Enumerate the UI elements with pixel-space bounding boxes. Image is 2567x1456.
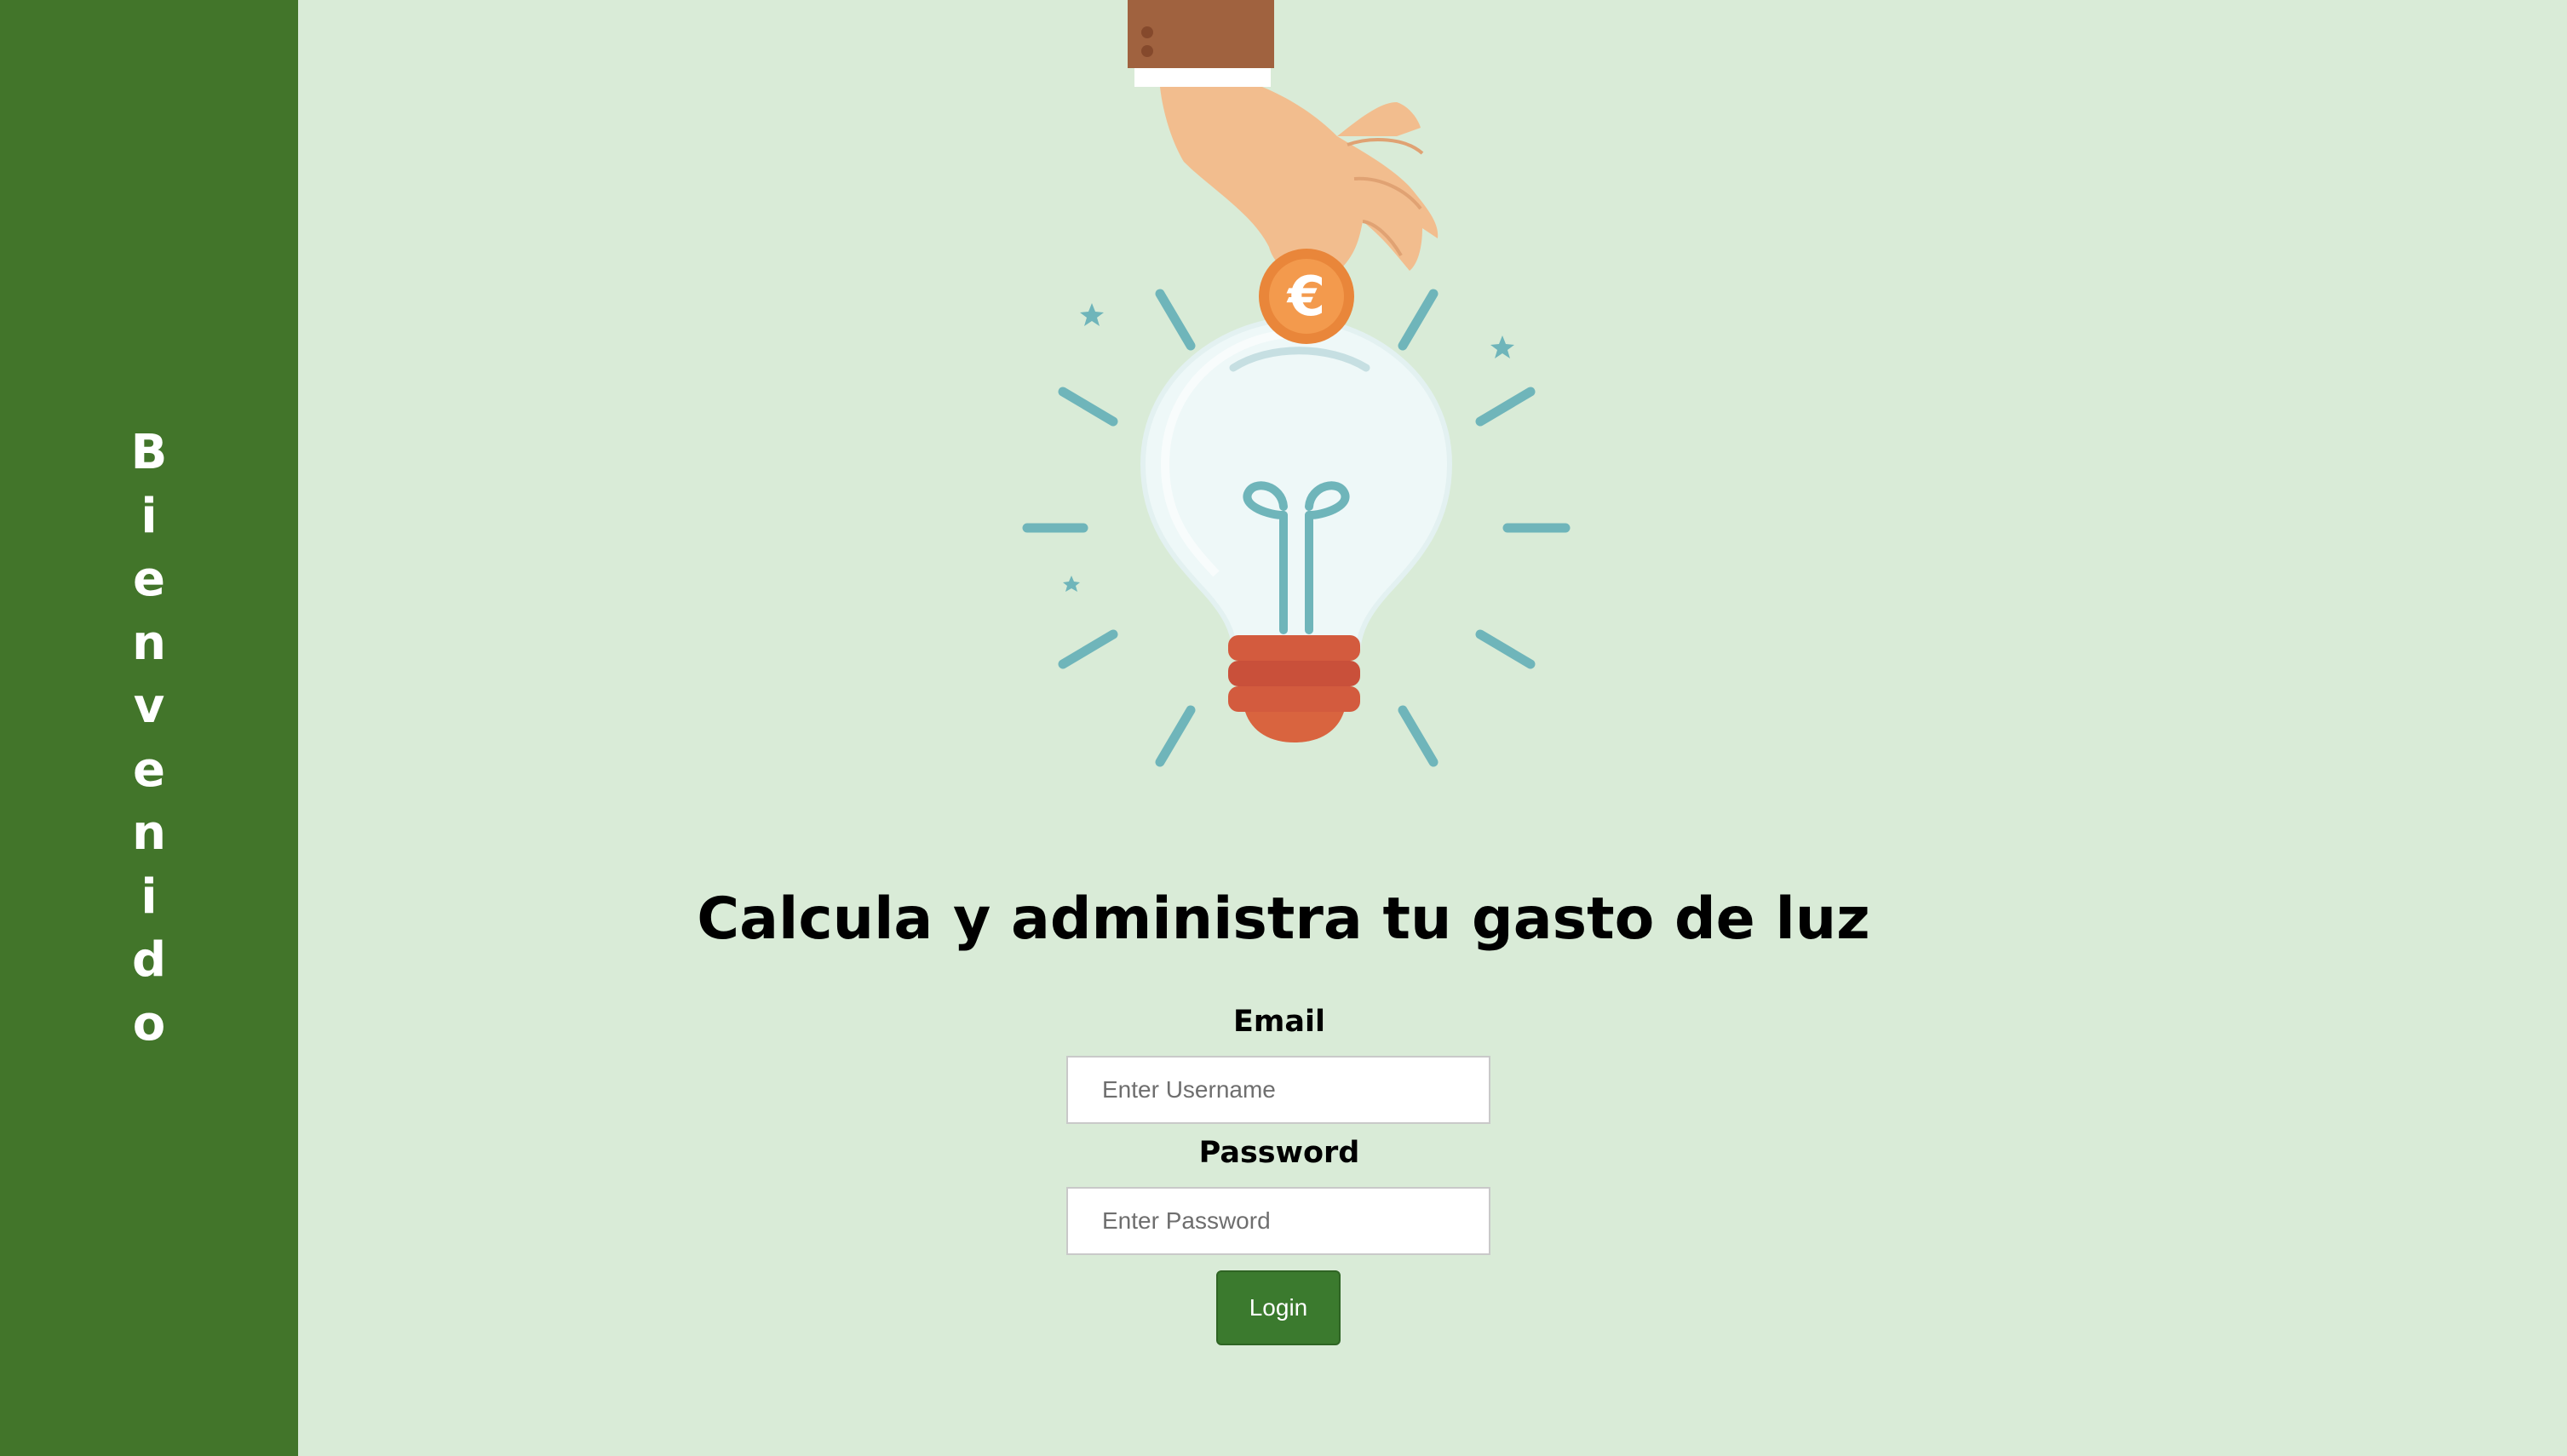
welcome-letter: i [141,488,158,544]
email-field[interactable] [1066,1056,1490,1124]
email-label: Email [1233,1005,1325,1039]
welcome-letter: B [130,425,168,480]
welcome-letter: n [132,805,166,861]
welcome-letter: e [133,742,165,798]
welcome-letter: v [133,679,165,734]
euro-coin-icon: € [1259,249,1354,344]
page-title: Calcula y administra tu gasto de luz [697,886,1870,953]
bulb-glass [1140,316,1453,654]
welcome-letter: e [133,552,165,607]
login-button[interactable]: Login [1216,1270,1341,1345]
lightbulb-coin-icon: € [1022,0,1571,767]
sidebar: B i e n v e n i d o [0,0,298,1456]
bulb-base [1228,635,1360,742]
welcome-letter: n [132,615,166,671]
welcome-vertical-text: B i e n v e n i d o [0,421,298,1056]
password-label: Password [1198,1136,1360,1170]
password-field[interactable] [1066,1187,1490,1255]
svg-text:€: € [1286,266,1326,329]
